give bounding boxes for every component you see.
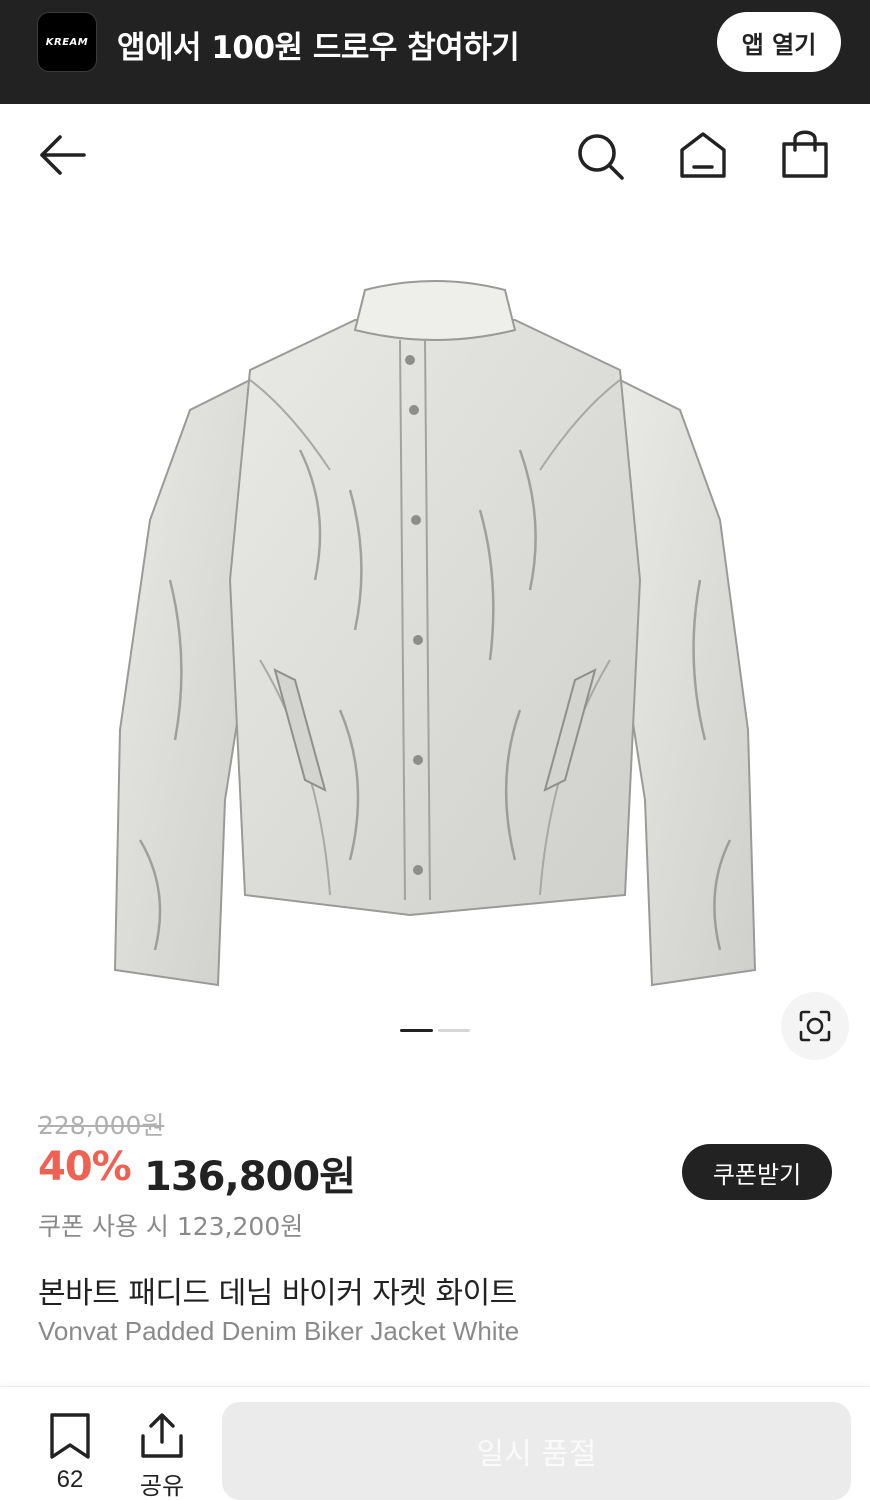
pager-dot-active[interactable]: [400, 1029, 433, 1032]
original-price: 228,000원: [38, 1111, 165, 1140]
kream-app-logo: KREAM: [37, 12, 97, 72]
app-download-banner: KREAM 앱에서 100원 드로우 참여하기 앱 열기: [0, 0, 870, 104]
image-search-lens-icon: [799, 1010, 831, 1042]
wishlist-button[interactable]: 62: [40, 1412, 100, 1496]
image-search-button[interactable]: [781, 992, 849, 1060]
app-logo-text: KREAM: [45, 36, 89, 48]
coupon-applied-price: 쿠폰 사용 시 123,200원: [38, 1212, 304, 1241]
wishlist-count: 62: [56, 1466, 84, 1493]
share-button[interactable]: 공유: [130, 1412, 194, 1500]
share-icon: [141, 1413, 183, 1458]
discount-rate: 40%: [38, 1144, 132, 1190]
home-icon[interactable]: [676, 130, 730, 180]
search-icon[interactable]: [574, 130, 626, 182]
product-title-korean: 본바트 패디드 데님 바이커 자켓 화이트: [38, 1276, 517, 1311]
sale-price: 136,800원: [144, 1154, 356, 1200]
get-coupon-button[interactable]: 쿠폰받기: [682, 1144, 832, 1200]
product-image[interactable]: [100, 280, 770, 1000]
image-pager: [400, 1029, 472, 1033]
share-label: 공유: [139, 1473, 185, 1500]
soldout-button[interactable]: 일시 품절: [222, 1402, 851, 1500]
pager-dot-inactive[interactable]: [438, 1029, 470, 1032]
banner-message: 앱에서 100원 드로우 참여하기: [117, 30, 520, 66]
bookmark-icon: [50, 1413, 90, 1459]
product-title-english: Vonvat Padded Denim Biker Jacket White: [38, 1316, 520, 1346]
shopping-bag-icon[interactable]: [778, 128, 832, 180]
back-arrow-icon[interactable]: [36, 132, 88, 178]
open-app-button[interactable]: 앱 열기: [717, 12, 841, 72]
